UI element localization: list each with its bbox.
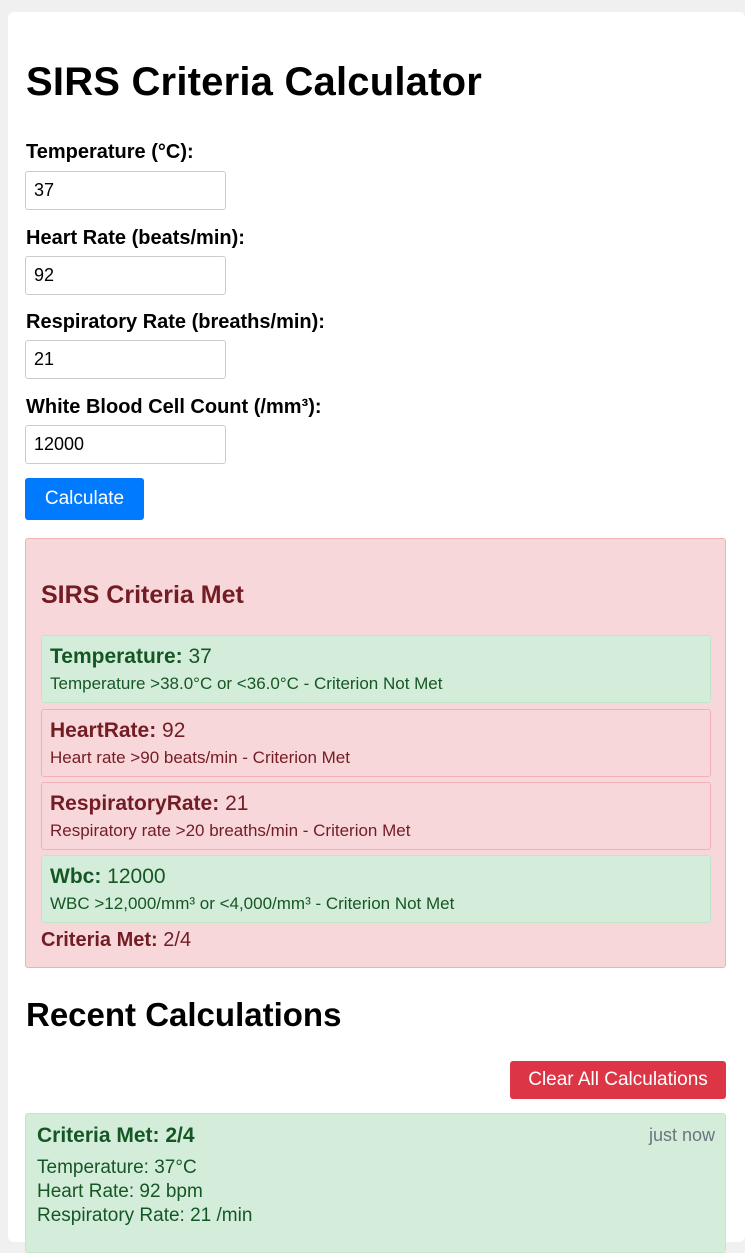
criterion-temperature: Temperature: 37 Temperature >38.0°C or <… — [41, 635, 711, 703]
heart-rate-label: Heart Rate (beats/min): — [26, 227, 245, 249]
heart-rate-input[interactable] — [25, 256, 226, 295]
result-title: SIRS Criteria Met — [41, 581, 244, 609]
criterion-value: 37 — [188, 645, 212, 668]
criterion-description: Heart rate >90 beats/min - Criterion Met — [50, 748, 350, 767]
history-temperature: Temperature: 37°C — [37, 1157, 197, 1178]
criterion-value: 92 — [162, 719, 186, 742]
recent-calculations-heading: Recent Calculations — [26, 996, 342, 1033]
criterion-value: 12000 — [107, 865, 166, 888]
criteria-summary: Criteria Met: 2/4 — [41, 929, 191, 952]
wbc-label: White Blood Cell Count (/mm³): — [26, 396, 322, 418]
summary-label: Criteria Met: — [41, 929, 158, 951]
criterion-name: HeartRate: — [50, 719, 157, 742]
criterion-name: Temperature: — [50, 645, 183, 668]
summary-value: 2/4 — [163, 929, 192, 951]
criterion-name: Wbc: — [50, 865, 102, 888]
criterion-name: RespiratoryRate: — [50, 792, 220, 815]
criterion-respiratory-rate: RespiratoryRate: 21 Respiratory rate >20… — [41, 782, 711, 850]
temperature-label: Temperature (°C): — [26, 141, 194, 163]
history-title: Criteria Met: 2/4 — [37, 1124, 195, 1147]
clear-all-button[interactable]: Clear All Calculations — [510, 1061, 726, 1099]
temperature-input[interactable] — [25, 171, 226, 210]
page-title: SIRS Criteria Calculator — [26, 60, 483, 104]
result-panel: SIRS Criteria Met Temperature: 37 Temper… — [25, 538, 726, 968]
criterion-description: WBC >12,000/mm³ or <4,000/mm³ - Criterio… — [50, 894, 455, 913]
criterion-value: 21 — [225, 792, 249, 815]
criterion-description: Respiratory rate >20 breaths/min - Crite… — [50, 821, 411, 840]
history-item[interactable]: Criteria Met: 2/4 just now Temperature: … — [25, 1113, 726, 1253]
respiratory-rate-label: Respiratory Rate (breaths/min): — [26, 311, 325, 333]
history-timestamp: just now — [648, 1125, 715, 1145]
criterion-heart-rate: HeartRate: 92 Heart rate >90 beats/min -… — [41, 709, 711, 777]
history-heart-rate: Heart Rate: 92 bpm — [37, 1181, 203, 1202]
respiratory-rate-input[interactable] — [25, 340, 226, 379]
history-respiratory-rate: Respiratory Rate: 21 /min — [37, 1205, 253, 1226]
criterion-wbc: Wbc: 12000 WBC >12,000/mm³ or <4,000/mm³… — [41, 855, 711, 923]
criterion-description: Temperature >38.0°C or <36.0°C - Criteri… — [50, 674, 443, 693]
wbc-input[interactable] — [25, 425, 226, 464]
calculate-button[interactable]: Calculate — [25, 478, 144, 520]
